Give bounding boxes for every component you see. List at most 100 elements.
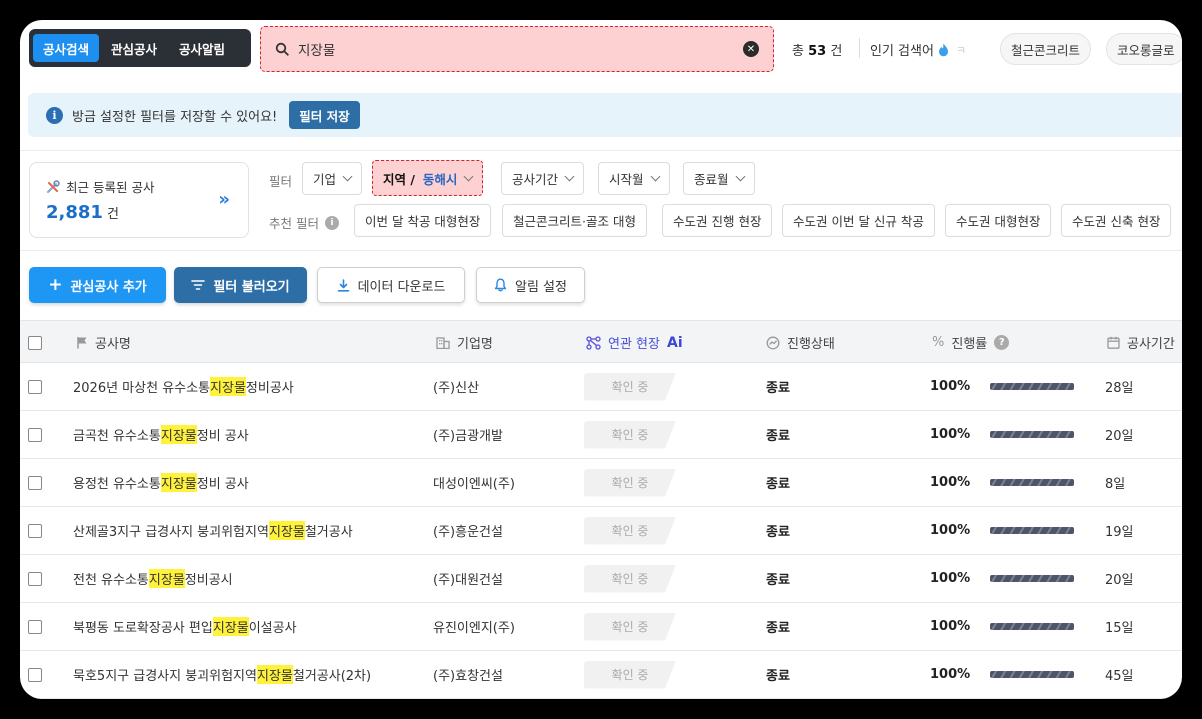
- chevron-down-icon: [735, 171, 745, 182]
- project-name[interactable]: 산제골3지구 급경사지 붕괴위험지역 지장물 철거공사: [73, 507, 353, 554]
- related-site-cell: 확인 중: [584, 459, 676, 506]
- status-badge: 종료: [766, 477, 790, 492]
- popular-chip-2[interactable]: 코오롱글로: [1106, 33, 1182, 65]
- header-name-label: 공사명: [95, 337, 131, 352]
- progress-percent: 100%: [930, 619, 971, 634]
- table-row[interactable]: 산제골3지구 급경사지 붕괴위험지역 지장물 철거공사 (주)흥운건설 확인 중 종료 1…: [20, 507, 1182, 555]
- search-highlight: 지장물: [210, 377, 246, 396]
- row-checkbox[interactable]: [28, 379, 42, 394]
- progress-bar-cell: [990, 555, 1074, 602]
- filter-end-month-select[interactable]: 종료월: [683, 162, 755, 195]
- header-progress[interactable]: % 진행률 ?: [932, 321, 1010, 364]
- header-related[interactable]: 연관 현장 Ai: [586, 321, 683, 364]
- search-highlight: 지장물: [268, 521, 305, 540]
- project-name-text: 북평동 도로확장공사 편입: [73, 621, 213, 636]
- status-badge: 종료: [766, 429, 790, 444]
- period-days: 19일: [1105, 525, 1134, 540]
- tab-alerts[interactable]: 공사알림: [169, 34, 235, 62]
- popular-chip-1[interactable]: 철근콘크리트: [1000, 33, 1092, 65]
- filter-start-month-select[interactable]: 시작월: [598, 162, 670, 195]
- info-banner: i 방금 설정한 필터를 저장할 수 있어요! 필터 저장: [28, 93, 1182, 137]
- related-site-badge: 확인 중: [584, 420, 676, 449]
- tools-icon: [47, 179, 60, 193]
- select-all-checkbox[interactable]: [28, 335, 42, 350]
- row-checkbox[interactable]: [28, 571, 42, 586]
- project-name[interactable]: 금곡천 유수소통 지장물 정비 공사: [73, 411, 249, 458]
- alert-settings-button[interactable]: 알림 설정: [476, 267, 585, 303]
- project-name[interactable]: 북평동 도로확장공사 편입 지장물 이설공사: [73, 603, 297, 650]
- search-highlight: 지장물: [148, 569, 185, 588]
- progress-bar: [990, 671, 1074, 678]
- table-row[interactable]: 용정천 유수소통 지장물 정비 공사 대성이엔씨(주) 확인 중 종료 100% 8일: [20, 459, 1182, 507]
- row-checkbox[interactable]: [28, 619, 42, 634]
- result-unit: 건: [830, 44, 843, 59]
- progress-bar: [990, 623, 1074, 630]
- recommended-chip[interactable]: 수도권 신축 현장: [1061, 204, 1172, 237]
- filter-label: 필터: [269, 174, 293, 189]
- table-row[interactable]: 묵호5지구 급경사지 붕괴위험지역 지장물 철거공사(2차) (주)효창건설 확인 중…: [20, 651, 1182, 699]
- table-row[interactable]: 전천 유수소통 지장물 정비공시 (주)대원건설 확인 중 종료 100% 20일: [20, 555, 1182, 603]
- project-name[interactable]: 2026년 마상천 유수소통 지장물 정비공사: [73, 363, 294, 410]
- header-name[interactable]: 공사명: [76, 321, 131, 364]
- project-name-text: 철거공사(2차): [292, 669, 372, 684]
- progress-bar: [990, 431, 1074, 438]
- project-name[interactable]: 묵호5지구 급경사지 붕괴위험지역 지장물 철거공사(2차): [73, 651, 371, 698]
- double-chevron-right-icon[interactable]: »: [218, 189, 230, 210]
- recommended-chip[interactable]: 수도권 이번 달 신규 착공: [782, 204, 935, 237]
- period-days: 45일: [1105, 669, 1134, 684]
- progress-bar-cell: [990, 411, 1074, 458]
- progress-bar-cell: [990, 651, 1074, 698]
- related-site-cell: 확인 중: [584, 603, 676, 650]
- related-site-cell: 확인 중: [584, 507, 676, 554]
- row-checkbox[interactable]: [28, 475, 42, 490]
- divider: [859, 38, 860, 58]
- header-company[interactable]: 기업명: [436, 321, 493, 364]
- project-name[interactable]: 용정천 유수소통 지장물 정비 공사: [73, 459, 249, 506]
- period-days: 15일: [1105, 621, 1134, 636]
- search-highlight: 지장물: [256, 665, 293, 684]
- tab-favorites[interactable]: 관심공사: [101, 34, 167, 62]
- table-row[interactable]: 금곡천 유수소통 지장물 정비 공사 (주)금광개발 확인 중 종료 100% 20일: [20, 411, 1182, 459]
- info-icon[interactable]: i: [324, 215, 339, 230]
- recommended-chip[interactable]: 철근콘크리트·골조 대형: [502, 204, 647, 237]
- search-input[interactable]: [298, 41, 743, 57]
- bell-icon: [494, 278, 507, 292]
- related-site-badge: 확인 중: [584, 468, 676, 497]
- table-row[interactable]: 북평동 도로확장공사 편입 지장물 이설공사 유진이엔지(주) 확인 중 종료 100% 1…: [20, 603, 1182, 651]
- status-badge: 종료: [766, 669, 790, 684]
- period-days: 20일: [1105, 573, 1134, 588]
- table-row[interactable]: 2026년 마상천 유수소통 지장물 정비공사 (주)신산 확인 중 종료 100% 28일: [20, 363, 1182, 411]
- filter-company-label: 기업: [313, 172, 337, 187]
- close-circle-icon[interactable]: ✕: [743, 41, 759, 57]
- row-checkbox-cell: [28, 651, 42, 698]
- filter-region-select[interactable]: 지역 / 동해시: [372, 160, 484, 196]
- filter-company-select[interactable]: 기업: [302, 162, 363, 195]
- recent-count-value: 2,881: [46, 202, 103, 223]
- recent-projects-card[interactable]: 최근 등록된 공사 2,881 건 »: [29, 162, 249, 238]
- search-box[interactable]: ✕: [260, 26, 774, 72]
- project-name[interactable]: 전천 유수소통 지장물 정비공시: [73, 555, 233, 602]
- row-checkbox-cell: [28, 507, 42, 554]
- load-filter-button[interactable]: 필터 불러오기: [174, 267, 307, 303]
- header-status[interactable]: 진행상태: [766, 321, 835, 364]
- recommended-chip[interactable]: 수도권 진행 현장: [662, 204, 773, 237]
- recommended-chip[interactable]: 수도권 대형현장: [945, 204, 1052, 237]
- download-data-button[interactable]: 데이터 다운로드: [317, 267, 465, 303]
- popular-label: 인기 검색어: [870, 44, 934, 59]
- save-filter-button[interactable]: 필터 저장: [289, 101, 360, 129]
- row-checkbox[interactable]: [28, 667, 42, 682]
- related-site-badge: 확인 중: [584, 516, 676, 545]
- help-icon[interactable]: ?: [994, 335, 1010, 350]
- tab-construction-search[interactable]: 공사검색: [33, 34, 100, 62]
- row-checkbox[interactable]: [28, 427, 42, 442]
- add-favorite-button[interactable]: + 관심공사 추가: [29, 267, 166, 303]
- project-name-text: 정비 공사: [196, 429, 249, 444]
- company-name: 유진이엔지(주): [433, 621, 515, 636]
- row-checkbox[interactable]: [28, 523, 42, 538]
- recommended-chip[interactable]: 이번 달 착공 대형현장: [354, 204, 492, 237]
- related-site-badge: 확인 중: [584, 564, 676, 593]
- filter-period-select[interactable]: 공사기간: [501, 162, 585, 195]
- nodes-icon: [586, 335, 601, 350]
- header-period[interactable]: 공사기간: [1107, 321, 1175, 364]
- recent-title-text: 최근 등록된 공사: [66, 180, 155, 195]
